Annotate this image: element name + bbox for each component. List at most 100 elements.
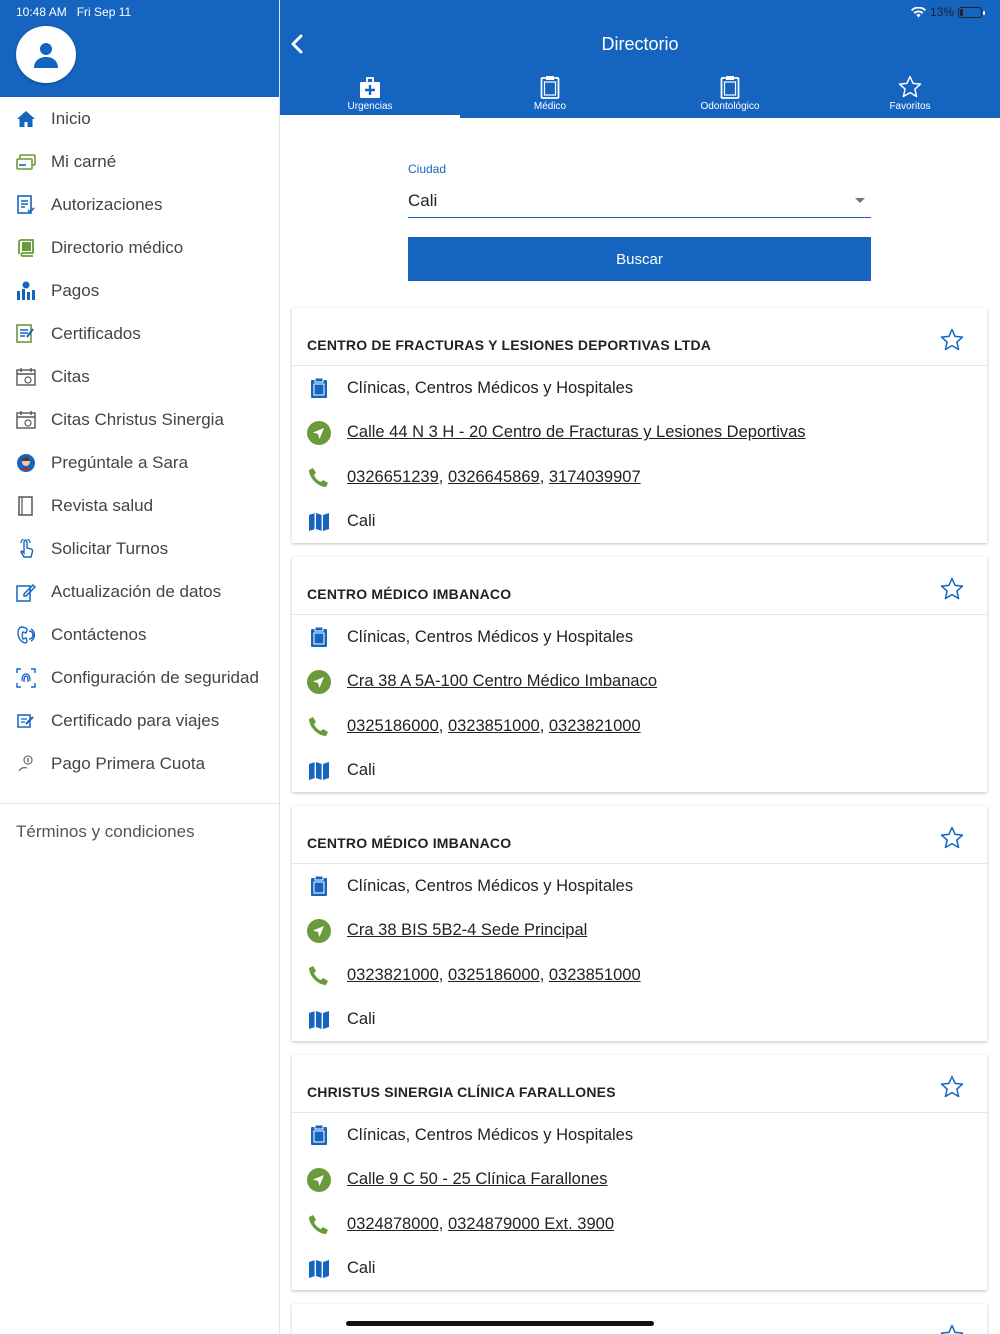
category-text: Clínicas, Centros Médicos y Hospitales (347, 627, 634, 646)
result-name: CENTRO MÉDICO IMBANACO (307, 586, 512, 602)
phone-link[interactable]: 0323851000 (549, 966, 641, 985)
status-right: 13% (910, 5, 985, 19)
fingerprint-icon (16, 667, 36, 688)
phone-link[interactable]: 0324878000 (347, 1215, 439, 1234)
battery-percent: 13% (929, 5, 954, 19)
sidebar-item-revista-salud[interactable]: Revista salud (0, 484, 279, 527)
address-link[interactable]: Cra 38 BIS 5B2-4 Sede Principal (347, 921, 587, 940)
city-select[interactable]: Cali (408, 184, 871, 218)
tab-urgencias[interactable]: Urgencias (280, 70, 460, 118)
favorite-star-icon[interactable] (940, 826, 964, 855)
clipboard-icon (540, 76, 560, 99)
phone-separator: , (438, 467, 448, 486)
tab-favoritos[interactable]: Favoritos (820, 70, 1000, 118)
calendar-icon (16, 367, 36, 387)
sidebar-item-pago-primera-cuota[interactable]: Pago Primera Cuota (0, 742, 279, 785)
category-text: Clínicas, Centros Médicos y Hospitales (347, 378, 634, 397)
city-text: Cali (347, 1010, 376, 1029)
sidebar-item-certificado-para-viajes[interactable]: Certificado para viajes (0, 699, 279, 742)
card-header: CENTRO DE FRACTURAS Y LESIONES DEPORTIVA… (292, 308, 987, 366)
phone-separator: , (438, 965, 448, 984)
address-row: Calle 9 C 50 - 25 Clínica Farallones (292, 1158, 987, 1203)
map-icon (307, 1008, 331, 1032)
navigation-icon (307, 669, 331, 694)
phone-row: 0326651239, 0326645869, 3174039907 (292, 455, 987, 500)
medical-kit-icon (360, 77, 380, 98)
phone-link[interactable]: 0326651239 (347, 468, 439, 487)
sidebar-item-label: Certificado para viajes (51, 710, 220, 730)
city-text: Cali (347, 761, 376, 780)
city-text: Cali (347, 1259, 376, 1278)
phone-separator: , (438, 716, 448, 735)
card-header: CHRISTUS SINERGIA CLÍNICA FARALLONES (292, 1055, 987, 1113)
phone-link[interactable]: 0326645869 (448, 468, 540, 487)
sidebar-item-label: Actualización de datos (51, 581, 222, 601)
navigation-icon (307, 420, 331, 445)
sidebar-item-certificados[interactable]: Certificados (0, 312, 279, 355)
tab-medico[interactable]: Médico (460, 70, 640, 118)
phone-link[interactable]: 0323851000 (448, 717, 540, 736)
favorite-star-icon[interactable] (940, 328, 964, 357)
city-row: Cali (292, 998, 987, 1043)
phone-icon (307, 714, 331, 738)
phone-icon (307, 465, 331, 489)
phone-link[interactable]: 0325186000 (347, 717, 439, 736)
app-root: 10:48 AM Fri Sep 11 13% Inicio Mi carné Au… (0, 0, 1000, 1334)
phone-link[interactable]: 0323821000 (549, 717, 641, 736)
main-content: Directorio Urgencias Médico Odontológico… (280, 0, 1000, 1334)
card-icon (16, 152, 36, 172)
sidebar-item-citas[interactable]: Citas (0, 355, 279, 398)
city-row: Cali (292, 500, 987, 545)
favorite-star-icon[interactable] (940, 1324, 964, 1334)
address-link[interactable]: Calle 44 N 3 H - 20 Centro de Fracturas … (347, 423, 806, 442)
phone-link[interactable]: 0324879000 Ext. 3900 (448, 1215, 614, 1234)
phone-link[interactable]: 0325186000 (448, 966, 540, 985)
map-icon (307, 759, 331, 783)
favorite-star-icon[interactable] (940, 1075, 964, 1104)
sidebar-item-citas-christus-sinergia[interactable]: Citas Christus Sinergia (0, 398, 279, 441)
status-date: Fri Sep 11 (76, 5, 132, 19)
phone-row: 0324878000, 0324879000 Ext. 3900 (292, 1202, 987, 1247)
phone-link[interactable]: 0323821000 (347, 966, 439, 985)
status-time: 10:48 AM Fri Sep 11 (16, 5, 132, 19)
tab-bar: Urgencias Médico Odontológico Favoritos (280, 70, 1000, 118)
sidebar-item-pagos[interactable]: Pagos (0, 269, 279, 312)
coin-icon (16, 754, 36, 774)
clipboard-icon (307, 376, 331, 400)
category-row: Clínicas, Centros Médicos y Hospitales (292, 366, 987, 411)
sidebar-item-autorizaciones[interactable]: Autorizaciones (0, 183, 279, 226)
sidebar-item-inicio[interactable]: Inicio (0, 97, 279, 140)
edit-icon (16, 582, 36, 602)
clipboard-icon (307, 1123, 331, 1147)
navigation-icon (307, 1167, 331, 1192)
calendar-icon (16, 410, 36, 430)
sidebar-item-preguntale-a-sara[interactable]: Pregúntale a Sara (0, 441, 279, 484)
map-icon (307, 510, 331, 534)
page-title: Directorio (601, 34, 679, 54)
sidebar-item-label: Autorizaciones (51, 194, 163, 214)
result-card: CENTRO MÉDICO IMBANACO Clínicas, Centros … (292, 557, 987, 792)
category-text: Clínicas, Centros Médicos y Hospitales (347, 876, 634, 895)
sidebar-item-actualizacion-de-datos[interactable]: Actualización de datos (0, 570, 279, 613)
sidebar-item-mi-carne[interactable]: Mi carné (0, 140, 279, 183)
terms-link[interactable]: Términos y condiciones (0, 804, 279, 860)
home-indicator (346, 1321, 654, 1326)
city-select-value: Cali (408, 190, 438, 210)
city-row: Cali (292, 749, 987, 794)
avatar[interactable] (16, 26, 76, 83)
sidebar-item-configuracion-de-seguridad[interactable]: Configuración de seguridad (0, 656, 279, 699)
sidebar-menu: Inicio Mi carné Autorizaciones Directorio m… (0, 97, 279, 785)
tab-odontologico[interactable]: Odontológico (640, 70, 820, 118)
address-link[interactable]: Calle 9 C 50 - 25 Clínica Farallones (347, 1170, 607, 1189)
sidebar-item-solicitar-turnos[interactable]: Solicitar Turnos (0, 527, 279, 570)
favorite-star-icon[interactable] (940, 577, 964, 606)
phone-link[interactable]: 3174039907 (549, 468, 641, 487)
wifi-icon (910, 6, 926, 17)
address-link[interactable]: Cra 38 A 5A-100 Centro Médico Imbanaco (347, 672, 657, 691)
sidebar-item-contactenos[interactable]: Contáctenos (0, 613, 279, 656)
sidebar-item-directorio-medico[interactable]: Directorio médico (0, 226, 279, 269)
city-row: Cali (292, 1247, 987, 1292)
result-name: CENTRO MÉDICO IMBANACO (307, 835, 512, 851)
search-button[interactable]: Buscar (408, 237, 871, 281)
phone-separator: , (539, 716, 549, 735)
